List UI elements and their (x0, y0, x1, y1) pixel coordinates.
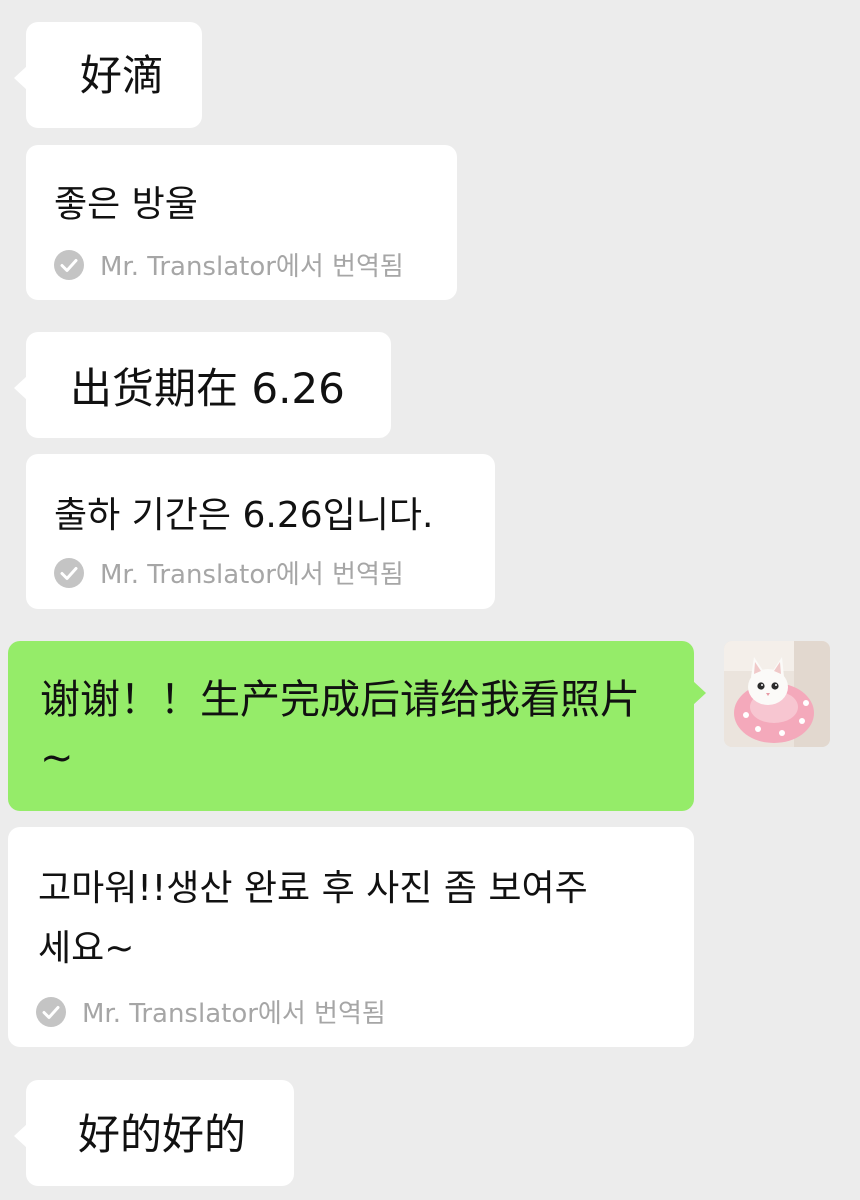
bubble-tail (14, 376, 27, 400)
translation-bubble[interactable]: 출하 기간은 6.26입니다. Mr. Translator에서 번역됨 (26, 454, 495, 609)
message-text: 好滴 (80, 51, 165, 100)
translation-bubble[interactable]: 좋은 방울 Mr. Translator에서 번역됨 (26, 145, 457, 300)
message-text: 好的好的 (78, 1110, 247, 1159)
cat-avatar-image[interactable] (724, 641, 830, 747)
translation-source: Mr. Translator에서 번역됨 (36, 993, 386, 1030)
translation-bubble[interactable]: 고마워!!생산 완료 후 사진 좀 보여주 세요~ Mr. Translator… (8, 827, 694, 1047)
translation-source: Mr. Translator에서 번역됨 (54, 554, 404, 591)
bubble-tail (693, 681, 706, 705)
translated-by-label: Mr. Translator에서 번역됨 (100, 252, 404, 282)
translated-text-line-2: 세요~ (38, 928, 135, 969)
translated-text-line-1: 고마워!!생산 완료 후 사진 좀 보여주 (38, 868, 588, 909)
translated-text: 출하 기간은 6.26입니다. (54, 495, 434, 536)
message-text: 出货期在 6.26 (70, 364, 345, 413)
check-circle-icon (54, 557, 84, 588)
incoming-message-bubble[interactable]: 好的好的 (14, 1080, 294, 1186)
check-circle-icon (36, 996, 66, 1027)
bubble-tail (14, 1124, 27, 1148)
outgoing-message-bubble[interactable]: 谢谢！！生产完成后请给我看照片 ~ (8, 641, 706, 811)
bubble-tail (14, 66, 27, 90)
translation-source: Mr. Translator에서 번역됨 (54, 246, 404, 283)
translated-by-label: Mr. Translator에서 번역됨 (82, 999, 386, 1029)
incoming-message-bubble[interactable]: 出货期在 6.26 (14, 332, 391, 438)
check-circle-icon (54, 249, 84, 280)
translated-text: 좋은 방울 (54, 184, 198, 225)
translated-by-label: Mr. Translator에서 번역됨 (100, 560, 404, 590)
incoming-message-bubble[interactable]: 好滴 (14, 22, 202, 128)
message-text: 谢谢！！生产完成后请给我看照片 ~ (40, 677, 640, 781)
